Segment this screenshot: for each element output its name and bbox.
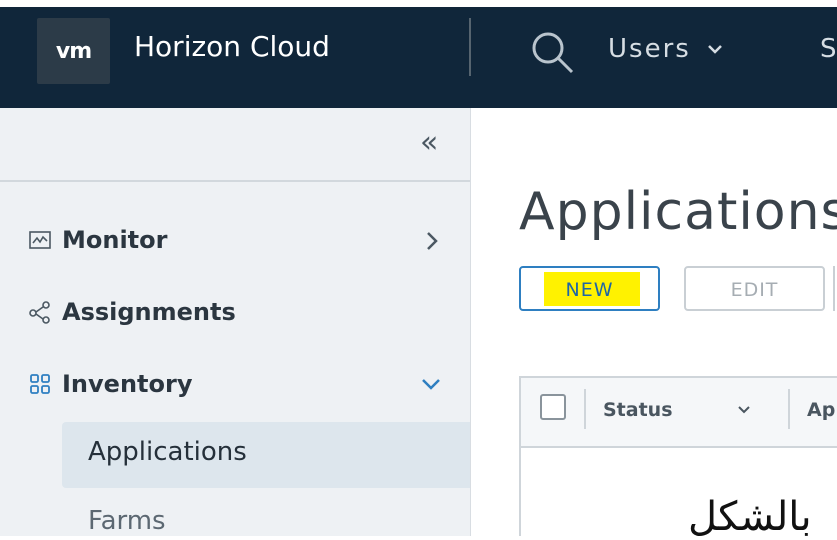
chevron-down-icon[interactable]	[737, 403, 751, 417]
header-nav-next-item[interactable]: S	[820, 34, 837, 64]
logo-text: vm	[55, 38, 92, 64]
overlay-caption-text: بالشكل	[688, 494, 812, 540]
app-title[interactable]: Horizon Cloud	[134, 30, 330, 63]
share-icon	[29, 301, 50, 324]
sidebar-item-label: Assignments	[62, 298, 236, 326]
new-button[interactable]: NEW	[519, 266, 660, 311]
next-toolbar-button[interactable]	[833, 266, 837, 311]
sidebar-item-inventory[interactable]: Inventory	[28, 359, 192, 409]
grid-icon	[30, 374, 50, 394]
column-divider	[788, 389, 790, 429]
column-header-status[interactable]: Status	[603, 399, 673, 421]
sidebar-item-label: Inventory	[62, 370, 193, 398]
users-menu[interactable]: Users	[608, 34, 723, 64]
search-icon[interactable]	[528, 28, 576, 76]
users-menu-label: Users	[608, 34, 691, 64]
edit-button[interactable]: EDIT	[684, 266, 825, 311]
sidebar-subitem-applications[interactable]: Applications	[88, 437, 247, 467]
chevron-down-icon	[707, 45, 722, 54]
header-divider	[469, 18, 471, 76]
chevron-right-icon[interactable]	[424, 230, 440, 252]
column-divider	[584, 389, 586, 429]
sidebar-item-label: Monitor	[62, 226, 168, 254]
sidebar-item-monitor[interactable]: Monitor	[28, 215, 167, 265]
sidebar-subitem-farms[interactable]: Farms	[88, 506, 166, 536]
sidebar-item-assignments[interactable]: Assignments	[28, 287, 236, 337]
header-top-stripe	[0, 0, 837, 7]
monitor-icon	[29, 231, 51, 249]
collapse-sidebar-button[interactable]: «	[420, 125, 438, 160]
new-button-label: NEW	[565, 279, 614, 301]
chevron-down-icon[interactable]	[420, 376, 442, 392]
column-header-application[interactable]: Ap	[807, 399, 835, 421]
edit-button-label: EDIT	[730, 279, 779, 301]
select-all-checkbox[interactable]	[540, 394, 566, 420]
page-title: Applications	[519, 182, 837, 242]
vmware-logo[interactable]: vm	[37, 18, 110, 84]
sidebar-divider	[0, 180, 470, 182]
